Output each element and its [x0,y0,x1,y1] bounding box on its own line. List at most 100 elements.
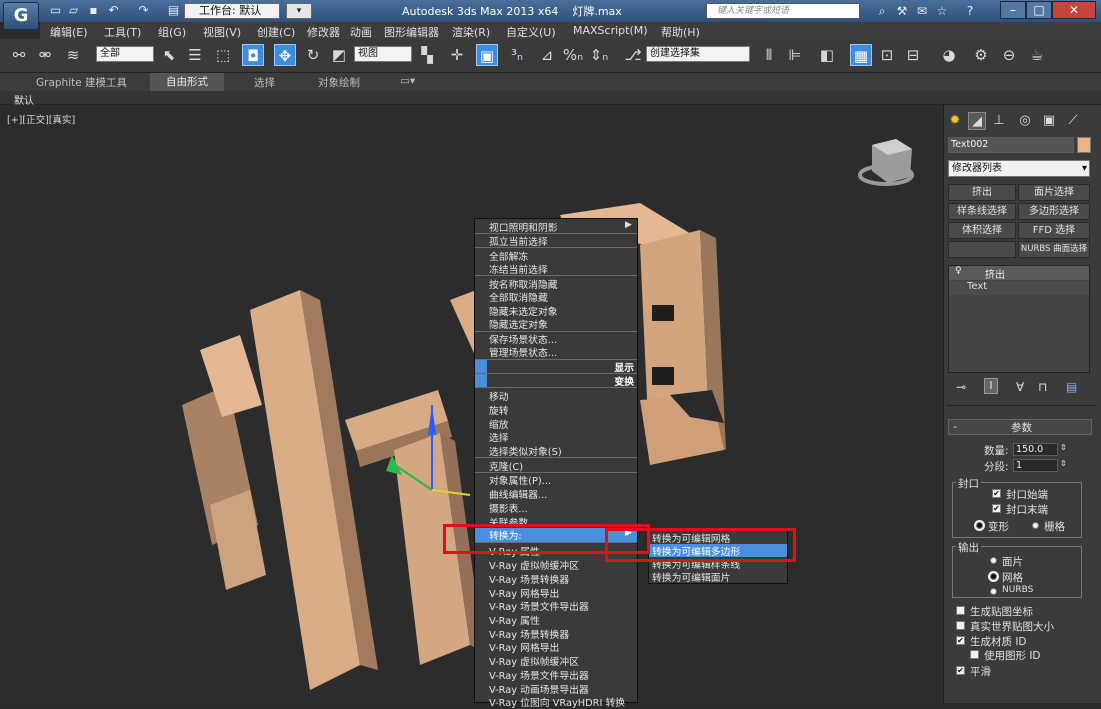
menu-item[interactable]: V-Ray 场景文件导出器 [489,668,589,682]
rendered-frame-icon[interactable]: ⊖ [998,44,1020,66]
nurbs-radio[interactable] [990,588,997,595]
motion-tab-icon[interactable]: ◎ [1016,112,1034,130]
snap-toggle-icon[interactable]: ³ₙ [506,44,528,66]
morph-radio[interactable] [976,522,983,529]
segments-spinner[interactable]: ⇕ [1060,459,1067,468]
menu-item[interactable]: 管理场景状态... [489,345,557,359]
menu-item[interactable]: 视口照明和阴影 [489,220,558,234]
menu-item[interactable]: 选择 [489,430,509,444]
hierarchy-tab-icon[interactable]: ⊥ [990,112,1008,130]
communication-icon[interactable]: ✉ [914,3,930,19]
modifier-poly-select-button[interactable]: 多边形选择 [1018,203,1090,220]
menu-item[interactable]: 冻结当前选择 [489,262,548,276]
mesh-radio[interactable] [990,573,997,580]
stack-item-extrude[interactable]: ♀ 挤出 [949,266,1089,281]
menu-item[interactable]: V-Ray 位图向 VRayHDRI 转换 [489,695,625,709]
menu-maxscript[interactable]: MAXScript(M) [573,24,648,37]
selection-filter-select[interactable]: 全部 [96,46,154,62]
menu-item[interactable]: 按名称取消隐藏 [489,277,558,291]
close-button[interactable]: ✕ [1052,1,1096,19]
amount-field[interactable]: 150.0 [1013,443,1058,456]
rect-selection-icon[interactable]: ⬚ [212,44,234,66]
percent-snap-icon[interactable]: %ₙ [562,44,584,66]
menu-item[interactable]: V-Ray 虚拟帧缓冲区 [489,654,579,668]
named-selection-select[interactable]: 创建选择集 [646,46,750,62]
viewport-label[interactable]: [+][正交][真实] [7,112,75,126]
align-icon[interactable]: ⊫ [784,44,806,66]
grid-radio[interactable] [1032,522,1039,529]
reference-coord-select[interactable]: 视图 [354,46,412,62]
menu-item[interactable]: V-Ray 场景文件导出器 [489,599,589,613]
menu-item[interactable]: V-Ray 属性 [489,613,540,627]
angle-snap-icon[interactable]: ⊿ [536,44,558,66]
lightbulb-icon[interactable]: ♀ [955,266,962,276]
menu-item[interactable]: 全部取消隐藏 [489,290,548,304]
unlink-icon[interactable]: ⚮ [34,44,56,66]
menu-item[interactable]: 缩放 [489,417,509,431]
subscription-icon[interactable]: ⚒ [894,3,910,19]
show-end-result-icon[interactable]: I [984,378,998,394]
menu-item[interactable]: 曲线编辑器... [489,487,547,501]
app-logo-button[interactable]: G [3,2,39,30]
menu-item[interactable]: 对象属性(P)... [489,473,551,487]
menu-tools[interactable]: 工具(T) [104,24,141,40]
object-name-field[interactable]: Text002 [948,137,1074,153]
modifier-spline-select-button[interactable]: 样条线选择 [948,203,1016,220]
menu-item[interactable]: 全部解冻 [489,249,528,263]
menu-animation[interactable]: 动画 [350,24,372,40]
select-rotate-icon[interactable]: ↻ [302,44,324,66]
spinner-snap-icon[interactable]: ⇕ₙ [588,44,610,66]
modifier-ffd-select-button[interactable]: FFD 选择 [1018,222,1090,239]
menu-item[interactable]: 摄影表... [489,501,528,515]
menu-graph-editors[interactable]: 图形编辑器 [384,24,439,40]
edit-named-sets-icon[interactable]: ⎇ [622,44,644,66]
menu-group[interactable]: 组(G) [158,24,186,40]
link-icon[interactable]: ⚯ [8,44,30,66]
pin-stack-icon[interactable]: ⊸ [956,380,966,394]
tab-freeform[interactable]: 自由形式 [150,73,224,91]
menu-item[interactable]: 隐藏未选定对象 [489,304,558,318]
tab-object-paint[interactable]: 对象绘制 [318,75,360,90]
params-rollout-header[interactable]: - 参数 [948,419,1092,435]
window-crossing-icon[interactable]: ◘ [242,44,264,66]
menu-item[interactable]: V-Ray 场景转换器 [489,572,569,586]
modifier-volume-select-button[interactable]: 体积选择 [948,222,1016,239]
tab-graphite[interactable]: Graphite 建模工具 [36,75,127,90]
redo-icon[interactable]: ↷ [136,3,151,18]
smooth-checkbox[interactable]: ✔ [956,666,965,675]
menu-item[interactable]: V-Ray 网格导出 [489,640,559,654]
modifier-nurbs-select-button[interactable]: NURBS 曲面选择 [1018,241,1090,258]
search-input[interactable]: 键入关键字或短语 [706,3,860,19]
undo-icon[interactable]: ↶ [106,3,121,18]
favorites-icon[interactable]: ☆ [934,3,950,19]
menu-item[interactable]: V-Ray 动画场景导出器 [489,682,589,696]
real-world-map-checkbox[interactable] [956,621,965,630]
gen-material-id-checkbox[interactable]: ✔ [956,636,965,645]
menu-item[interactable]: 旋转 [489,403,509,417]
select-manipulate-icon[interactable]: ✛ [446,44,468,66]
menu-item[interactable]: 选择类似对象(S) [489,444,562,458]
menu-item[interactable]: V-Ray 场景转换器 [489,627,569,641]
menu-views[interactable]: 视图(V) [203,24,241,40]
submenu-item-editable-patch[interactable]: 转换为可编辑面片 [652,570,730,584]
viewcube-icon[interactable] [858,139,914,186]
binoculars-icon[interactable]: ⌕ [874,3,890,19]
menu-help[interactable]: 帮助(H) [661,24,700,40]
select-by-name-icon[interactable]: ☰ [184,44,206,66]
ribbon-options-icon[interactable]: ▭▾ [400,75,415,87]
menu-rendering[interactable]: 渲染(R) [452,24,490,40]
modify-tab-icon[interactable]: ◢ [968,112,986,130]
material-editor-icon[interactable]: ◕ [938,44,960,66]
gen-map-coords-checkbox[interactable] [956,606,965,615]
menu-item[interactable]: 克隆(C) [489,459,523,473]
render-setup-icon[interactable]: ⚙ [970,44,992,66]
minimize-button[interactable]: – [1000,1,1026,19]
menu-customize[interactable]: 自定义(U) [506,24,556,40]
configure-sets-icon[interactable]: ▤ [1066,380,1077,394]
help-icon[interactable]: ? [962,3,978,19]
menu-create[interactable]: 创建(C) [257,24,295,40]
mirror-icon[interactable]: ⫴ [758,44,780,66]
create-tab-icon[interactable]: ✹ [946,112,964,130]
render-teapot-icon[interactable]: ☕ [1026,44,1048,66]
maximize-button[interactable]: □ [1026,1,1052,19]
